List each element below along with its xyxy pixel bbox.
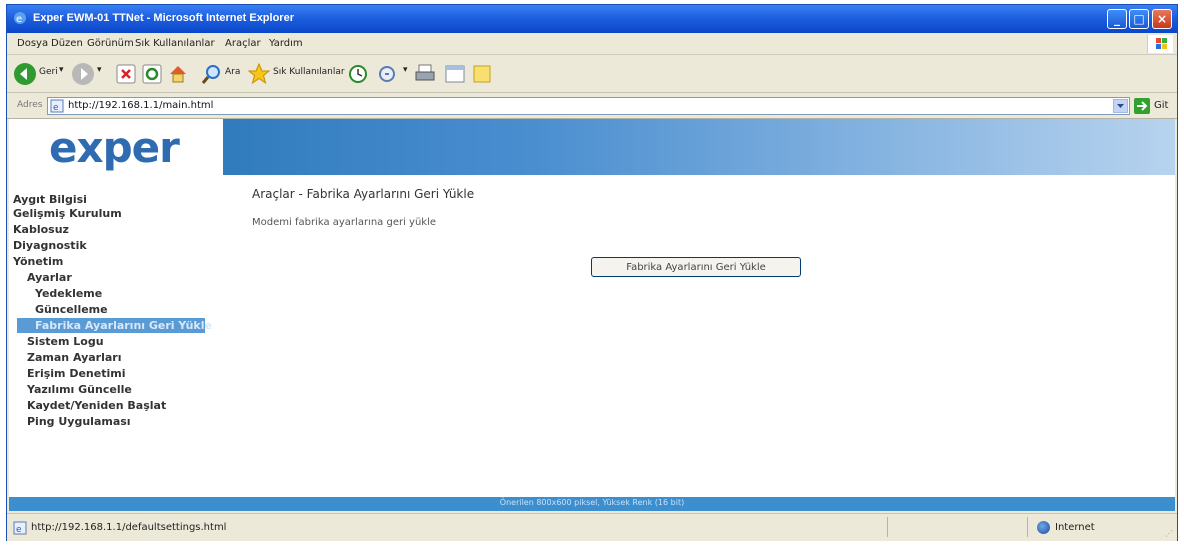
stop-icon[interactable]: [115, 62, 137, 86]
sidebar-item-wireless[interactable]: Kablosuz: [13, 222, 69, 237]
status-divider: [887, 517, 888, 537]
menu-tools[interactable]: Araçlar: [225, 38, 261, 49]
page-icon: e: [50, 99, 64, 113]
address-label: Adres: [17, 100, 43, 110]
close-icon: ×: [1156, 12, 1168, 26]
print-icon[interactable]: [413, 62, 437, 86]
status-url: http://192.168.1.1/defaultsettings.html: [31, 522, 227, 533]
sidebar-item-advanced-setup[interactable]: Gelişmiş Kurulum: [13, 206, 122, 221]
svg-text:e: e: [53, 103, 59, 113]
title-bar[interactable]: e Exper EWM-01 TTNet - Microsoft Interne…: [7, 5, 1177, 33]
history-icon[interactable]: [347, 62, 369, 86]
status-bar: e http://192.168.1.1/defaultsettings.htm…: [7, 513, 1177, 541]
page-title: Araçlar - Fabrika Ayarlarını Geri Yükle: [252, 187, 475, 201]
sidebar-item-device-info[interactable]: Aygıt Bilgisi: [13, 192, 87, 207]
page-status-icon: e: [13, 521, 27, 535]
page-content: exper Aygıt Bilgisi Gelişmiş Kurulum Kab…: [9, 119, 1175, 511]
sidebar-item-factory-reset[interactable]: Fabrika Ayarlarını Geri Yükle: [17, 318, 212, 333]
toolbar: Geri ▾ ▾ Ara Sık Kullanılanlar ▾: [7, 55, 1177, 93]
sidebar-item-access-control[interactable]: Erişim Denetimi: [27, 366, 125, 381]
browser-window: e Exper EWM-01 TTNet - Microsoft Interne…: [6, 4, 1178, 541]
go-arrow-icon[interactable]: [1134, 98, 1150, 114]
close-button[interactable]: ×: [1152, 9, 1172, 29]
back-button-label[interactable]: Geri: [39, 67, 58, 77]
sidebar-item-ping[interactable]: Ping Uygulaması: [27, 414, 131, 429]
internet-zone-icon: [1037, 521, 1050, 534]
page-description: Modemi fabrika ayarlarına geri yükle: [252, 217, 437, 228]
logo-area: exper: [9, 119, 223, 175]
address-bar: Adres e http://192.168.1.1/main.html Git: [7, 93, 1177, 119]
resize-grip-icon[interactable]: ⋰: [1165, 529, 1175, 539]
search-button-label[interactable]: Ara: [225, 67, 240, 77]
home-icon[interactable]: [167, 62, 189, 86]
windows-logo-icon: [1147, 35, 1173, 53]
mail-dropdown-icon[interactable]: ▾: [403, 65, 408, 75]
menu-file[interactable]: Dosya: [17, 38, 48, 49]
refresh-icon[interactable]: [141, 62, 163, 86]
sidebar-item-save-reboot[interactable]: Kaydet/Yeniden Başlat: [27, 398, 166, 413]
status-divider: [1027, 517, 1028, 537]
forward-dropdown-icon[interactable]: ▾: [97, 65, 102, 75]
exper-logo: exper: [49, 123, 180, 172]
sidebar-item-settings[interactable]: Ayarlar: [27, 270, 72, 285]
menu-edit[interactable]: Düzen: [51, 38, 83, 49]
search-icon[interactable]: [201, 62, 223, 86]
zone-label: Internet: [1055, 522, 1095, 533]
edit-icon[interactable]: [443, 62, 467, 86]
header-banner: exper: [9, 119, 1175, 175]
svg-text:e: e: [16, 525, 22, 535]
sidebar-item-diagnostics[interactable]: Diyagnostik: [13, 238, 87, 253]
footer-text: Önerilen 800x600 piksel, Yüksek Renk (16…: [499, 498, 685, 507]
address-url: http://192.168.1.1/main.html: [68, 100, 214, 111]
page-footer: Önerilen 800x600 piksel, Yüksek Renk (16…: [9, 497, 1175, 511]
maximize-button[interactable]: □: [1129, 9, 1149, 29]
menu-view[interactable]: Görünüm: [87, 38, 134, 49]
sidebar-item-time-settings[interactable]: Zaman Ayarları: [27, 350, 121, 365]
sidebar-item-firmware-update[interactable]: Yazılımı Güncelle: [27, 382, 132, 397]
sidebar-item-update[interactable]: Güncelleme: [35, 302, 108, 317]
minimize-icon: _: [1114, 12, 1120, 26]
go-button-label[interactable]: Git: [1154, 100, 1168, 111]
favorites-star-icon[interactable]: [247, 62, 271, 86]
sidebar-nav: Aygıt Bilgisi Gelişmiş Kurulum Kablosuz …: [9, 175, 223, 497]
sidebar-item-backup[interactable]: Yedekleme: [35, 286, 102, 301]
favorites-button-label[interactable]: Sık Kullanılanlar: [273, 67, 345, 77]
back-icon[interactable]: [13, 62, 37, 86]
menu-bar: Dosya Düzen Görünüm Sık Kullanılanlar Ar…: [7, 33, 1177, 55]
mail-icon[interactable]: [377, 62, 401, 86]
forward-icon[interactable]: [71, 62, 95, 86]
main-panel: Araçlar - Fabrika Ayarlarını Geri Yükle …: [223, 175, 1175, 497]
back-dropdown-icon[interactable]: ▾: [59, 65, 64, 75]
ie-icon: e: [14, 12, 26, 25]
factory-reset-button[interactable]: Fabrika Ayarlarını Geri Yükle: [591, 257, 801, 277]
minimize-button[interactable]: _: [1107, 9, 1127, 29]
menu-help[interactable]: Yardım: [269, 38, 303, 49]
sidebar-item-management[interactable]: Yönetim: [13, 254, 63, 269]
address-input[interactable]: e http://192.168.1.1/main.html: [47, 97, 1130, 115]
window-title: Exper EWM-01 TTNet - Microsoft Internet …: [33, 12, 294, 24]
messenger-note-icon[interactable]: [471, 62, 493, 86]
address-dropdown-icon[interactable]: [1113, 99, 1128, 113]
maximize-icon: □: [1133, 12, 1145, 26]
menu-favorites[interactable]: Sık Kullanılanlar: [135, 38, 215, 49]
sidebar-item-system-log[interactable]: Sistem Logu: [27, 334, 104, 349]
svg-text:e: e: [16, 14, 22, 25]
